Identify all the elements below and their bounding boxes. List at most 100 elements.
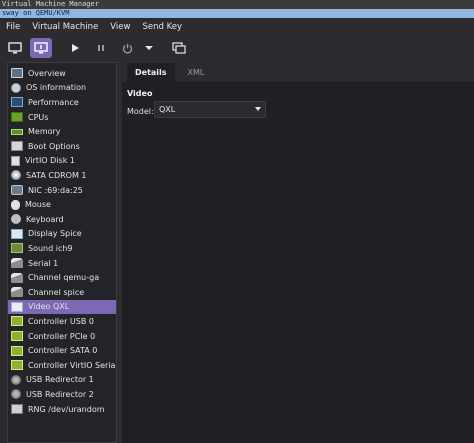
sidebar-item-memory[interactable]: Memory xyxy=(8,124,116,139)
details-button[interactable] xyxy=(30,38,52,58)
disk-icon xyxy=(11,155,20,166)
sidebar-item-rng[interactable]: RNG /dev/urandom xyxy=(8,402,116,417)
sidebar-item-label: Channel qemu-ga xyxy=(28,273,100,283)
window-subtitle-bar: sway on QEMU/KVM xyxy=(0,9,474,18)
sidebar-item-label: Display Spice xyxy=(28,229,82,239)
controller-icon xyxy=(11,331,23,342)
snapshots-button[interactable] xyxy=(168,38,190,58)
details-tabs: Details XML xyxy=(122,62,474,82)
video-section-title: Video xyxy=(127,89,153,98)
usb-redirector-icon xyxy=(11,374,21,385)
details-panel: Details XML Video Model: QXL xyxy=(122,62,474,443)
sidebar-item-label: Controller PCIe 0 xyxy=(28,331,96,341)
console-button[interactable] xyxy=(4,38,26,58)
pause-button[interactable] xyxy=(90,38,112,58)
sidebar-item-label: Overview xyxy=(28,68,66,78)
sidebar-item-keyboard[interactable]: Keyboard xyxy=(8,212,116,227)
sidebar-item-label: SATA CDROM 1 xyxy=(26,170,87,180)
console-icon xyxy=(8,42,22,54)
sidebar-item-boot-options[interactable]: Boot Options xyxy=(8,139,116,154)
toolbar xyxy=(0,36,474,60)
run-icon xyxy=(72,44,79,52)
sidebar-item-sata-cdrom[interactable]: SATA CDROM 1 xyxy=(8,168,116,183)
sidebar-item-label: Video QXL xyxy=(28,302,70,312)
sidebar-item-label: Sound ich9 xyxy=(28,243,73,253)
sidebar-item-controller-virtio-serial[interactable]: Controller VirtIO Serial 0 xyxy=(8,358,116,373)
sidebar-item-nic[interactable]: NIC :69:da:25 xyxy=(8,183,116,198)
boot-options-icon xyxy=(11,141,23,152)
vm-details-window: File Virtual Machine View Send Key Overv… xyxy=(0,18,474,443)
sidebar-item-label: Memory xyxy=(28,127,61,137)
sidebar-item-label: USB Redirector 1 xyxy=(26,375,94,385)
sidebar-item-label: Controller SATA 0 xyxy=(28,346,98,356)
sidebar-item-label: OS information xyxy=(26,83,87,93)
sidebar-item-mouse[interactable]: Mouse xyxy=(8,197,116,212)
tab-details[interactable]: Details xyxy=(127,63,175,82)
tab-xml[interactable]: XML xyxy=(180,63,213,82)
model-label: Model: xyxy=(127,107,154,116)
sidebar-item-overview[interactable]: Overview xyxy=(8,66,116,81)
sidebar-item-label: Boot Options xyxy=(28,141,80,151)
controller-icon xyxy=(11,316,23,327)
sidebar-item-label: NIC :69:da:25 xyxy=(28,185,83,195)
sidebar-item-channel-spice[interactable]: Channel spice xyxy=(8,285,116,300)
sidebar-item-label: Serial 1 xyxy=(28,258,59,268)
sidebar-item-controller-pcie[interactable]: Controller PCIe 0 xyxy=(8,329,116,344)
chevron-down-icon xyxy=(255,107,261,111)
keyboard-icon xyxy=(11,214,21,225)
cpu-icon xyxy=(11,112,23,123)
os-title-bar: Virtual Machine Manager xyxy=(0,0,474,9)
menu-send-key[interactable]: Send Key xyxy=(136,22,188,32)
details-icon xyxy=(34,42,48,54)
serial-icon xyxy=(11,258,23,269)
nic-icon xyxy=(11,185,23,196)
sidebar-item-virtio-disk[interactable]: VirtIO Disk 1 xyxy=(8,154,116,169)
sidebar-item-label: VirtIO Disk 1 xyxy=(25,156,75,166)
menu-virtual-machine[interactable]: Virtual Machine xyxy=(26,22,104,32)
sound-icon xyxy=(11,243,23,254)
controller-icon xyxy=(11,360,23,371)
run-button[interactable] xyxy=(64,38,86,58)
mouse-icon xyxy=(11,199,20,210)
sidebar-item-serial[interactable]: Serial 1 xyxy=(8,256,116,271)
model-select-value: QXL xyxy=(159,105,176,114)
power-icon xyxy=(122,43,132,53)
sidebar-item-sound[interactable]: Sound ich9 xyxy=(8,241,116,256)
sidebar-item-label: Performance xyxy=(28,97,79,107)
sidebar-item-controller-usb[interactable]: Controller USB 0 xyxy=(8,314,116,329)
sidebar-item-performance[interactable]: Performance xyxy=(8,95,116,110)
sidebar-item-label: RNG /dev/urandom xyxy=(28,404,105,414)
rng-icon xyxy=(11,404,23,415)
snapshots-icon xyxy=(172,42,186,54)
sidebar-item-usb-redirector-1[interactable]: USB Redirector 1 xyxy=(8,373,116,388)
sidebar-item-video-qxl[interactable]: Video QXL xyxy=(8,299,116,315)
power-menu-button[interactable] xyxy=(142,38,156,58)
overview-icon xyxy=(11,68,23,79)
sidebar-item-label: USB Redirector 2 xyxy=(26,389,94,399)
menu-view[interactable]: View xyxy=(104,22,136,32)
power-menu-icon xyxy=(145,46,153,50)
sidebar-item-label: Controller USB 0 xyxy=(28,316,94,326)
hardware-list: Overview OS information Performance CPUs… xyxy=(7,62,117,443)
sidebar-item-label: Channel spice xyxy=(28,287,85,297)
usb-redirector-icon xyxy=(11,389,21,400)
controller-icon xyxy=(11,345,23,356)
sidebar-item-os-information[interactable]: OS information xyxy=(8,81,116,96)
power-button[interactable] xyxy=(116,38,138,58)
memory-icon xyxy=(11,128,23,135)
performance-icon xyxy=(11,97,23,108)
sidebar-item-usb-redirector-2[interactable]: USB Redirector 2 xyxy=(8,387,116,402)
display-icon xyxy=(11,228,23,239)
channel-icon xyxy=(11,287,23,298)
menu-bar: File Virtual Machine View Send Key xyxy=(0,18,474,36)
sidebar-item-controller-sata[interactable]: Controller SATA 0 xyxy=(8,343,116,358)
menu-file[interactable]: File xyxy=(0,22,26,32)
sidebar-item-label: Controller VirtIO Serial 0 xyxy=(28,360,117,370)
sidebar-item-channel-qemu-ga[interactable]: Channel qemu-ga xyxy=(8,270,116,285)
sidebar-item-cpus[interactable]: CPUs xyxy=(8,110,116,125)
sidebar-item-label: CPUs xyxy=(28,112,49,122)
sidebar-item-label: Mouse xyxy=(25,200,51,210)
sidebar-item-display-spice[interactable]: Display Spice xyxy=(8,227,116,242)
model-select[interactable]: QXL xyxy=(154,101,266,118)
sidebar-item-label: Keyboard xyxy=(26,214,64,224)
